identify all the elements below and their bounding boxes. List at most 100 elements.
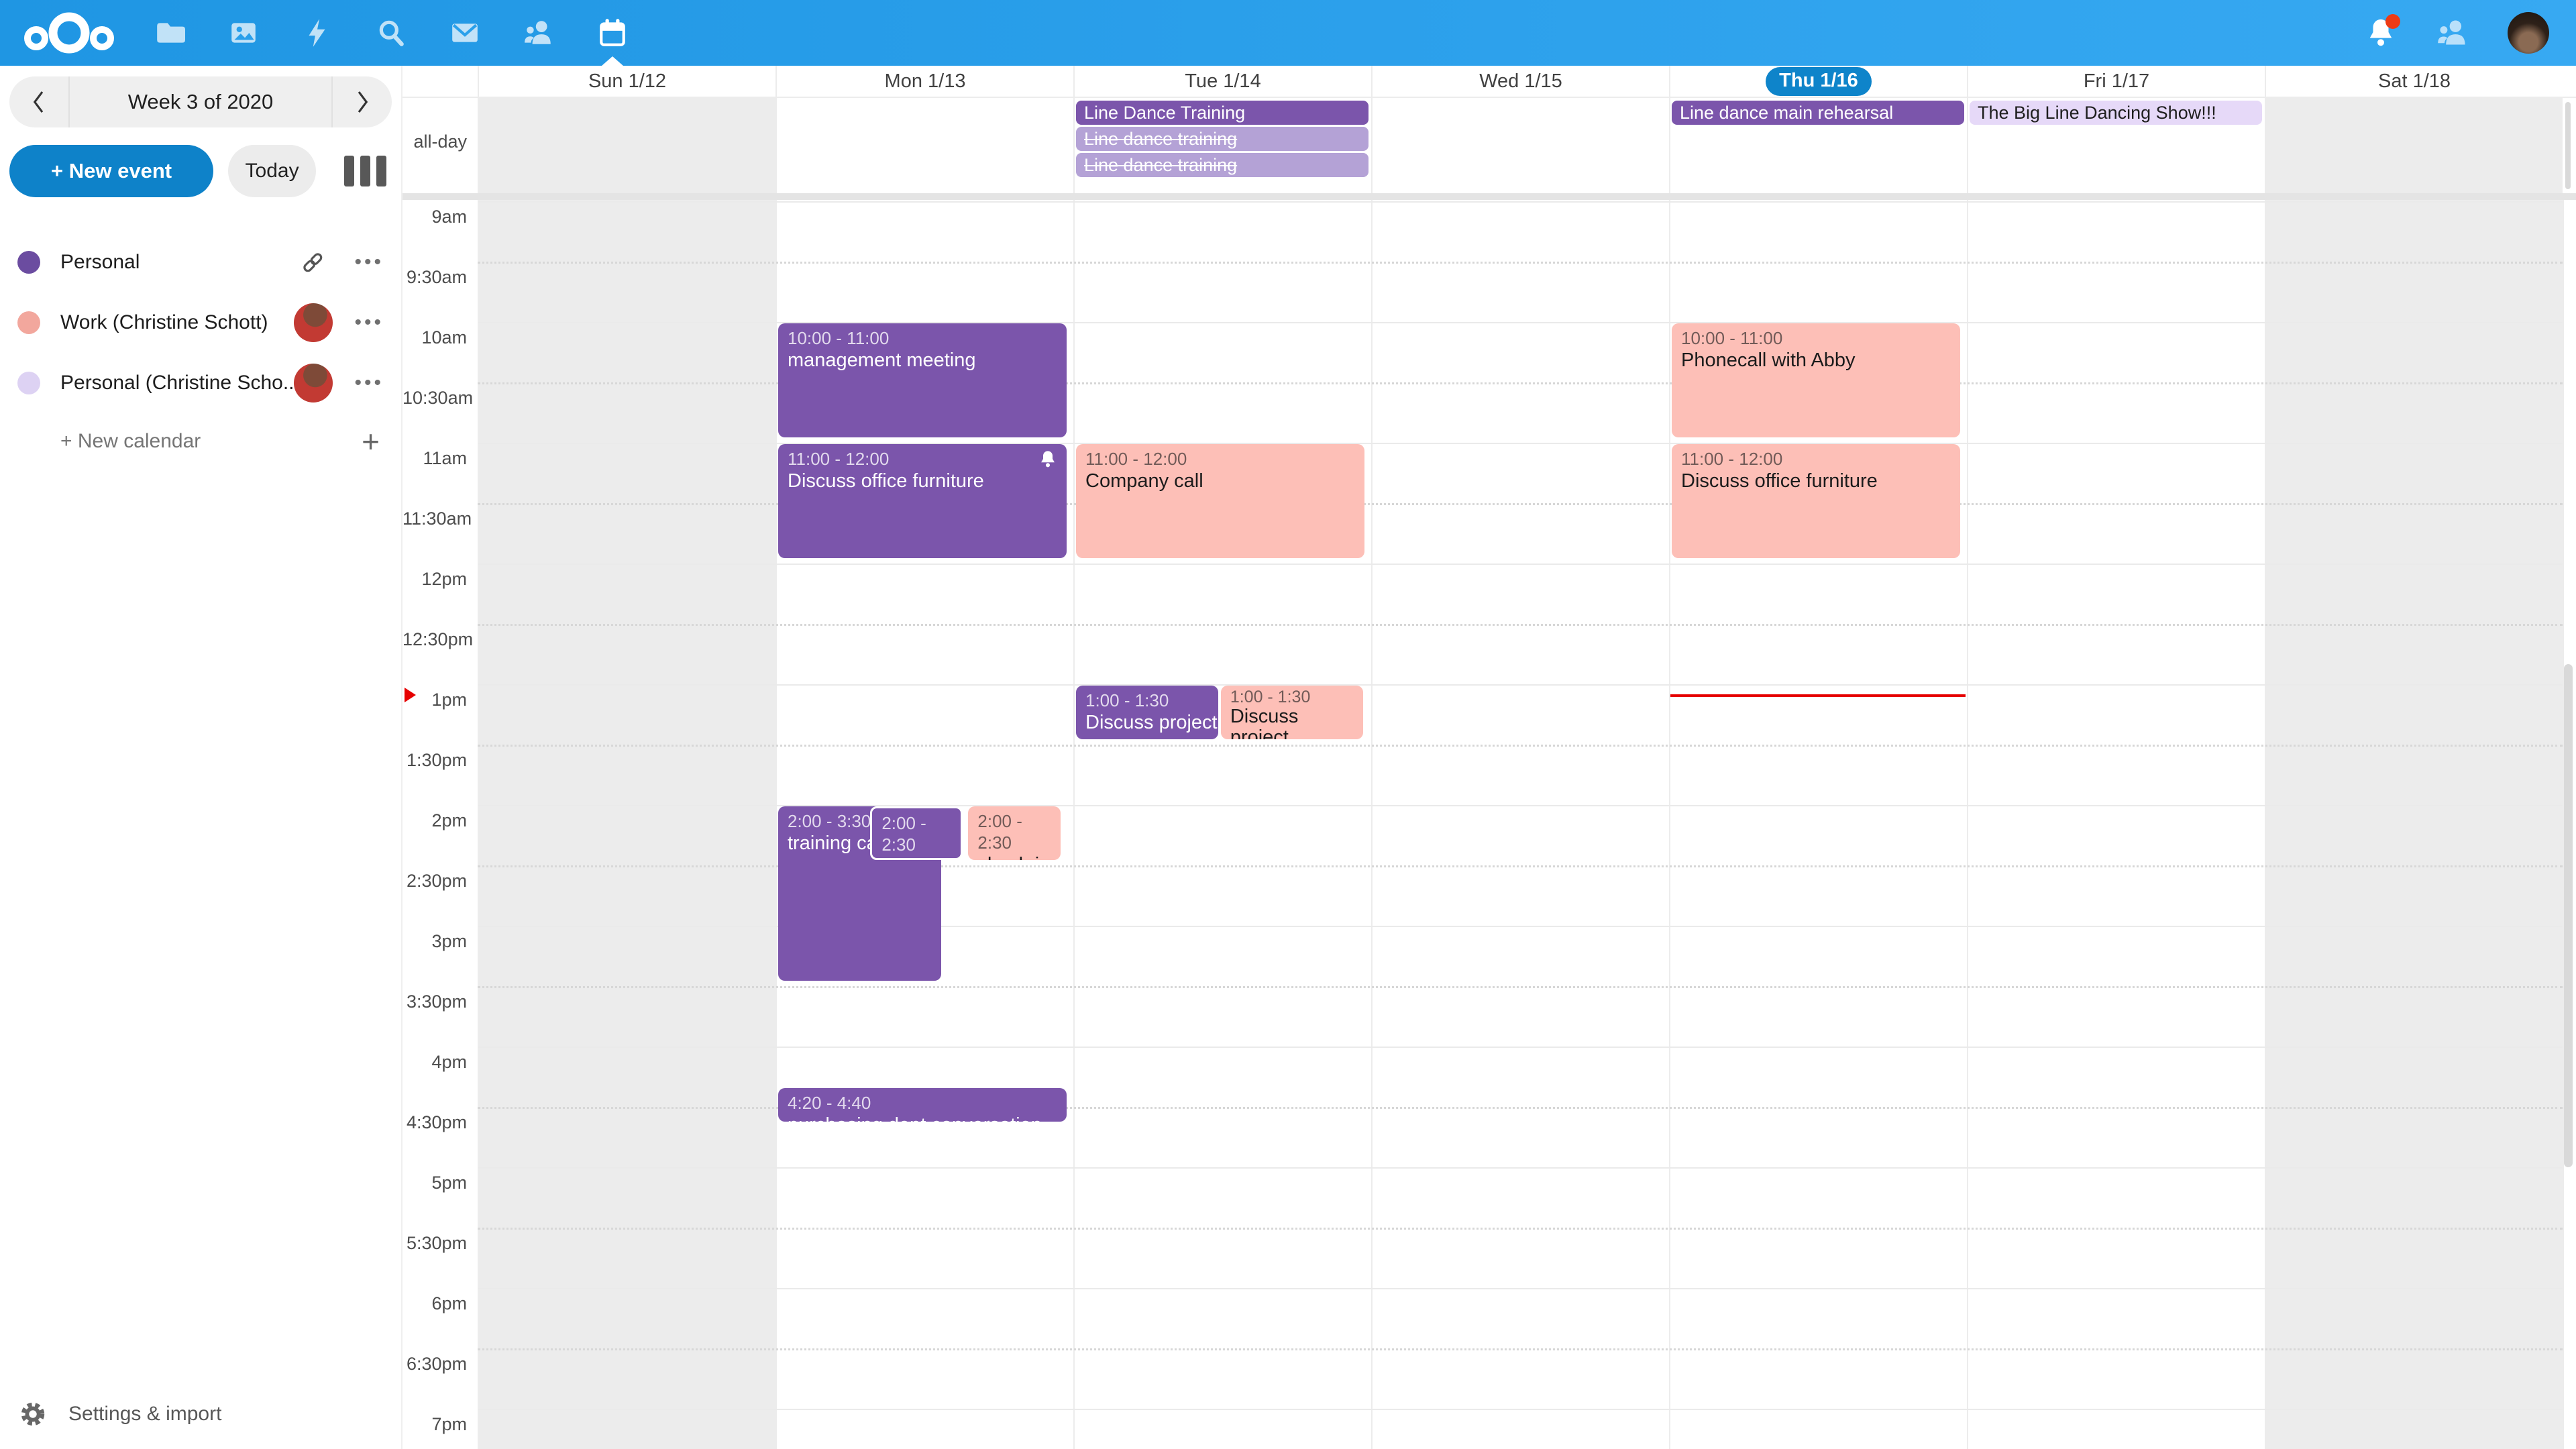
event-time: 11:00 - 12:00 [1681, 448, 1951, 470]
day-column[interactable] [1967, 200, 2265, 1449]
allday-cell[interactable] [1371, 98, 1669, 193]
calendar-main: Sun 1/12 Mon 1/13 Tue 1/14Wed 1/15 Thu 1/16… [402, 66, 2576, 1449]
day-column[interactable] [1371, 200, 1669, 1449]
grid-line [478, 1046, 2563, 1048]
grid-line [478, 262, 2563, 264]
event-time: 10:00 - 11:00 [1681, 327, 1951, 349]
allday-cell[interactable] [478, 98, 775, 193]
event-title: purchasing dept conversation [788, 1114, 1042, 1122]
activity-icon[interactable] [301, 16, 334, 50]
event-title: Discuss office furniture [1681, 470, 1878, 492]
time-label: 11:30am [402, 508, 467, 529]
calendar-item-work-christine[interactable]: Work (Christine Schott) ••• [0, 292, 401, 353]
allday-event[interactable]: Line dance training [1076, 127, 1368, 151]
calendar-menu-icon[interactable]: ••• [354, 311, 384, 334]
calendar-item-personal-christine[interactable]: Personal (Christine Scho... ••• [0, 353, 401, 413]
event[interactable]: 2:00 - 2:30check-in [870, 806, 963, 860]
event-time: 10:00 - 11:00 [788, 327, 1057, 349]
day-header-label: Fri 1/17 [2084, 70, 2149, 93]
event-time: 11:00 - 12:00 [1085, 448, 1355, 470]
allday-cell[interactable] [2265, 98, 2563, 193]
time-label: 5:30pm [402, 1233, 467, 1254]
event-title: check-in [881, 856, 938, 860]
allday-cell[interactable] [775, 98, 1073, 193]
calendar-color-dot [17, 311, 40, 334]
calendar-name: Work (Christine Schott) [60, 311, 294, 334]
event-time: 1:00 - 1:30 [1085, 690, 1209, 711]
current-time-arrow [405, 688, 416, 702]
grid-scrollbar-thumb[interactable] [2564, 664, 2573, 1167]
top-bar [0, 0, 2576, 66]
contacts-icon[interactable] [522, 16, 555, 50]
event[interactable]: 10:00 - 11:00management meeting [778, 323, 1067, 437]
files-icon[interactable] [153, 16, 186, 50]
week-label[interactable]: Week 3 of 2020 [68, 76, 333, 127]
grid-line [478, 1348, 2563, 1350]
notifications-bell-icon[interactable] [2365, 17, 2398, 49]
new-calendar-button[interactable]: + New calendar + [0, 413, 401, 470]
day-header-label: Sun 1/12 [588, 70, 666, 93]
calendar-list: Personal ••• Work (Christine Schott) •••… [0, 232, 401, 470]
previous-week-button[interactable] [9, 76, 68, 127]
calendar-menu-icon[interactable]: ••• [354, 251, 384, 274]
week-view-toggle-icon[interactable] [339, 150, 392, 192]
event[interactable]: 1:00 - 1:30Discuss project announcement [1221, 686, 1363, 739]
event-title: check-in [977, 854, 1050, 860]
time-label: 9am [402, 207, 467, 227]
calendar-name: Personal (Christine Scho... [60, 372, 294, 394]
grid-line [478, 564, 2563, 565]
user-avatar[interactable] [2508, 12, 2549, 54]
day-header-label: Sat 1/18 [2378, 70, 2451, 93]
time-grid: 9am9:30am10am10:30am11am11:30am12pm12:30… [402, 200, 2576, 1449]
day-column[interactable] [478, 200, 775, 1449]
day-header-label: Mon 1/13 [885, 70, 966, 93]
allday-event[interactable]: Line dance training [1076, 153, 1368, 177]
sidebar: Week 3 of 2020 + New event Today Persona… [0, 66, 402, 1449]
share-link-icon[interactable] [299, 249, 326, 276]
calendar-menu-icon[interactable]: ••• [354, 372, 384, 394]
new-event-button[interactable]: + New event [9, 145, 213, 197]
day-header-cell[interactable]: Thu 1/16 [1669, 66, 1967, 97]
event[interactable]: 11:00 - 12:00Discuss office furniture [778, 444, 1067, 558]
day-header-cell[interactable]: Wed 1/15 [1371, 66, 1669, 97]
mail-icon[interactable] [448, 16, 482, 50]
topbar-right [2365, 12, 2549, 54]
event[interactable]: 11:00 - 12:00Discuss office furniture [1672, 444, 1960, 558]
photos-icon[interactable] [227, 16, 260, 50]
allday-event[interactable]: Line dance main rehearsal [1672, 101, 1964, 125]
event-time: 11:00 - 12:00 [788, 448, 1057, 470]
day-header-cell[interactable]: Mon 1/13 [775, 66, 1073, 97]
day-column[interactable] [1073, 200, 1371, 1449]
search-icon[interactable] [374, 16, 408, 50]
event[interactable]: 10:00 - 11:00Phonecall with Abby [1672, 323, 1960, 437]
grid-line [478, 1228, 2563, 1230]
allday-event[interactable]: Line Dance Training [1076, 101, 1368, 125]
day-header-cell[interactable]: Sun 1/12 [478, 66, 775, 97]
next-week-button[interactable] [333, 76, 392, 127]
settings-import-button[interactable]: Settings & import [0, 1379, 401, 1449]
today-button[interactable]: Today [228, 145, 316, 197]
gear-icon [19, 1400, 47, 1428]
calendar-icon[interactable] [596, 16, 629, 50]
calendar-item-personal[interactable]: Personal ••• [0, 232, 401, 292]
grid-line [478, 1288, 2563, 1289]
event[interactable]: 11:00 - 12:00Company call [1076, 444, 1364, 558]
grid-line [478, 1167, 2563, 1169]
today-date-pill: Thu 1/16 [1766, 67, 1872, 96]
grid-line [478, 201, 2563, 203]
event[interactable]: 4:20 - 4:40purchasing dept conversation [778, 1088, 1067, 1122]
event[interactable]: 2:00 - 2:30check-in [968, 806, 1061, 860]
current-time-line [1670, 694, 1966, 697]
day-header-cell[interactable]: Sat 1/18 [2265, 66, 2563, 97]
day-column[interactable] [2265, 200, 2563, 1449]
day-header-cell[interactable]: Tue 1/14 [1073, 66, 1371, 97]
day-header-cell[interactable]: Fri 1/17 [1967, 66, 2265, 97]
event[interactable]: 1:00 - 1:30Discuss project announcement [1076, 686, 1218, 739]
allday-scrollbar-thumb[interactable] [2565, 102, 2571, 189]
time-label: 10am [402, 327, 467, 348]
allday-event[interactable]: The Big Line Dancing Show!!! [1970, 101, 2262, 125]
nextcloud-logo[interactable] [19, 9, 119, 56]
new-calendar-label: + New calendar [60, 430, 201, 453]
sidebar-actions: + New event Today [9, 145, 392, 197]
contacts-menu-icon[interactable] [2436, 17, 2469, 49]
